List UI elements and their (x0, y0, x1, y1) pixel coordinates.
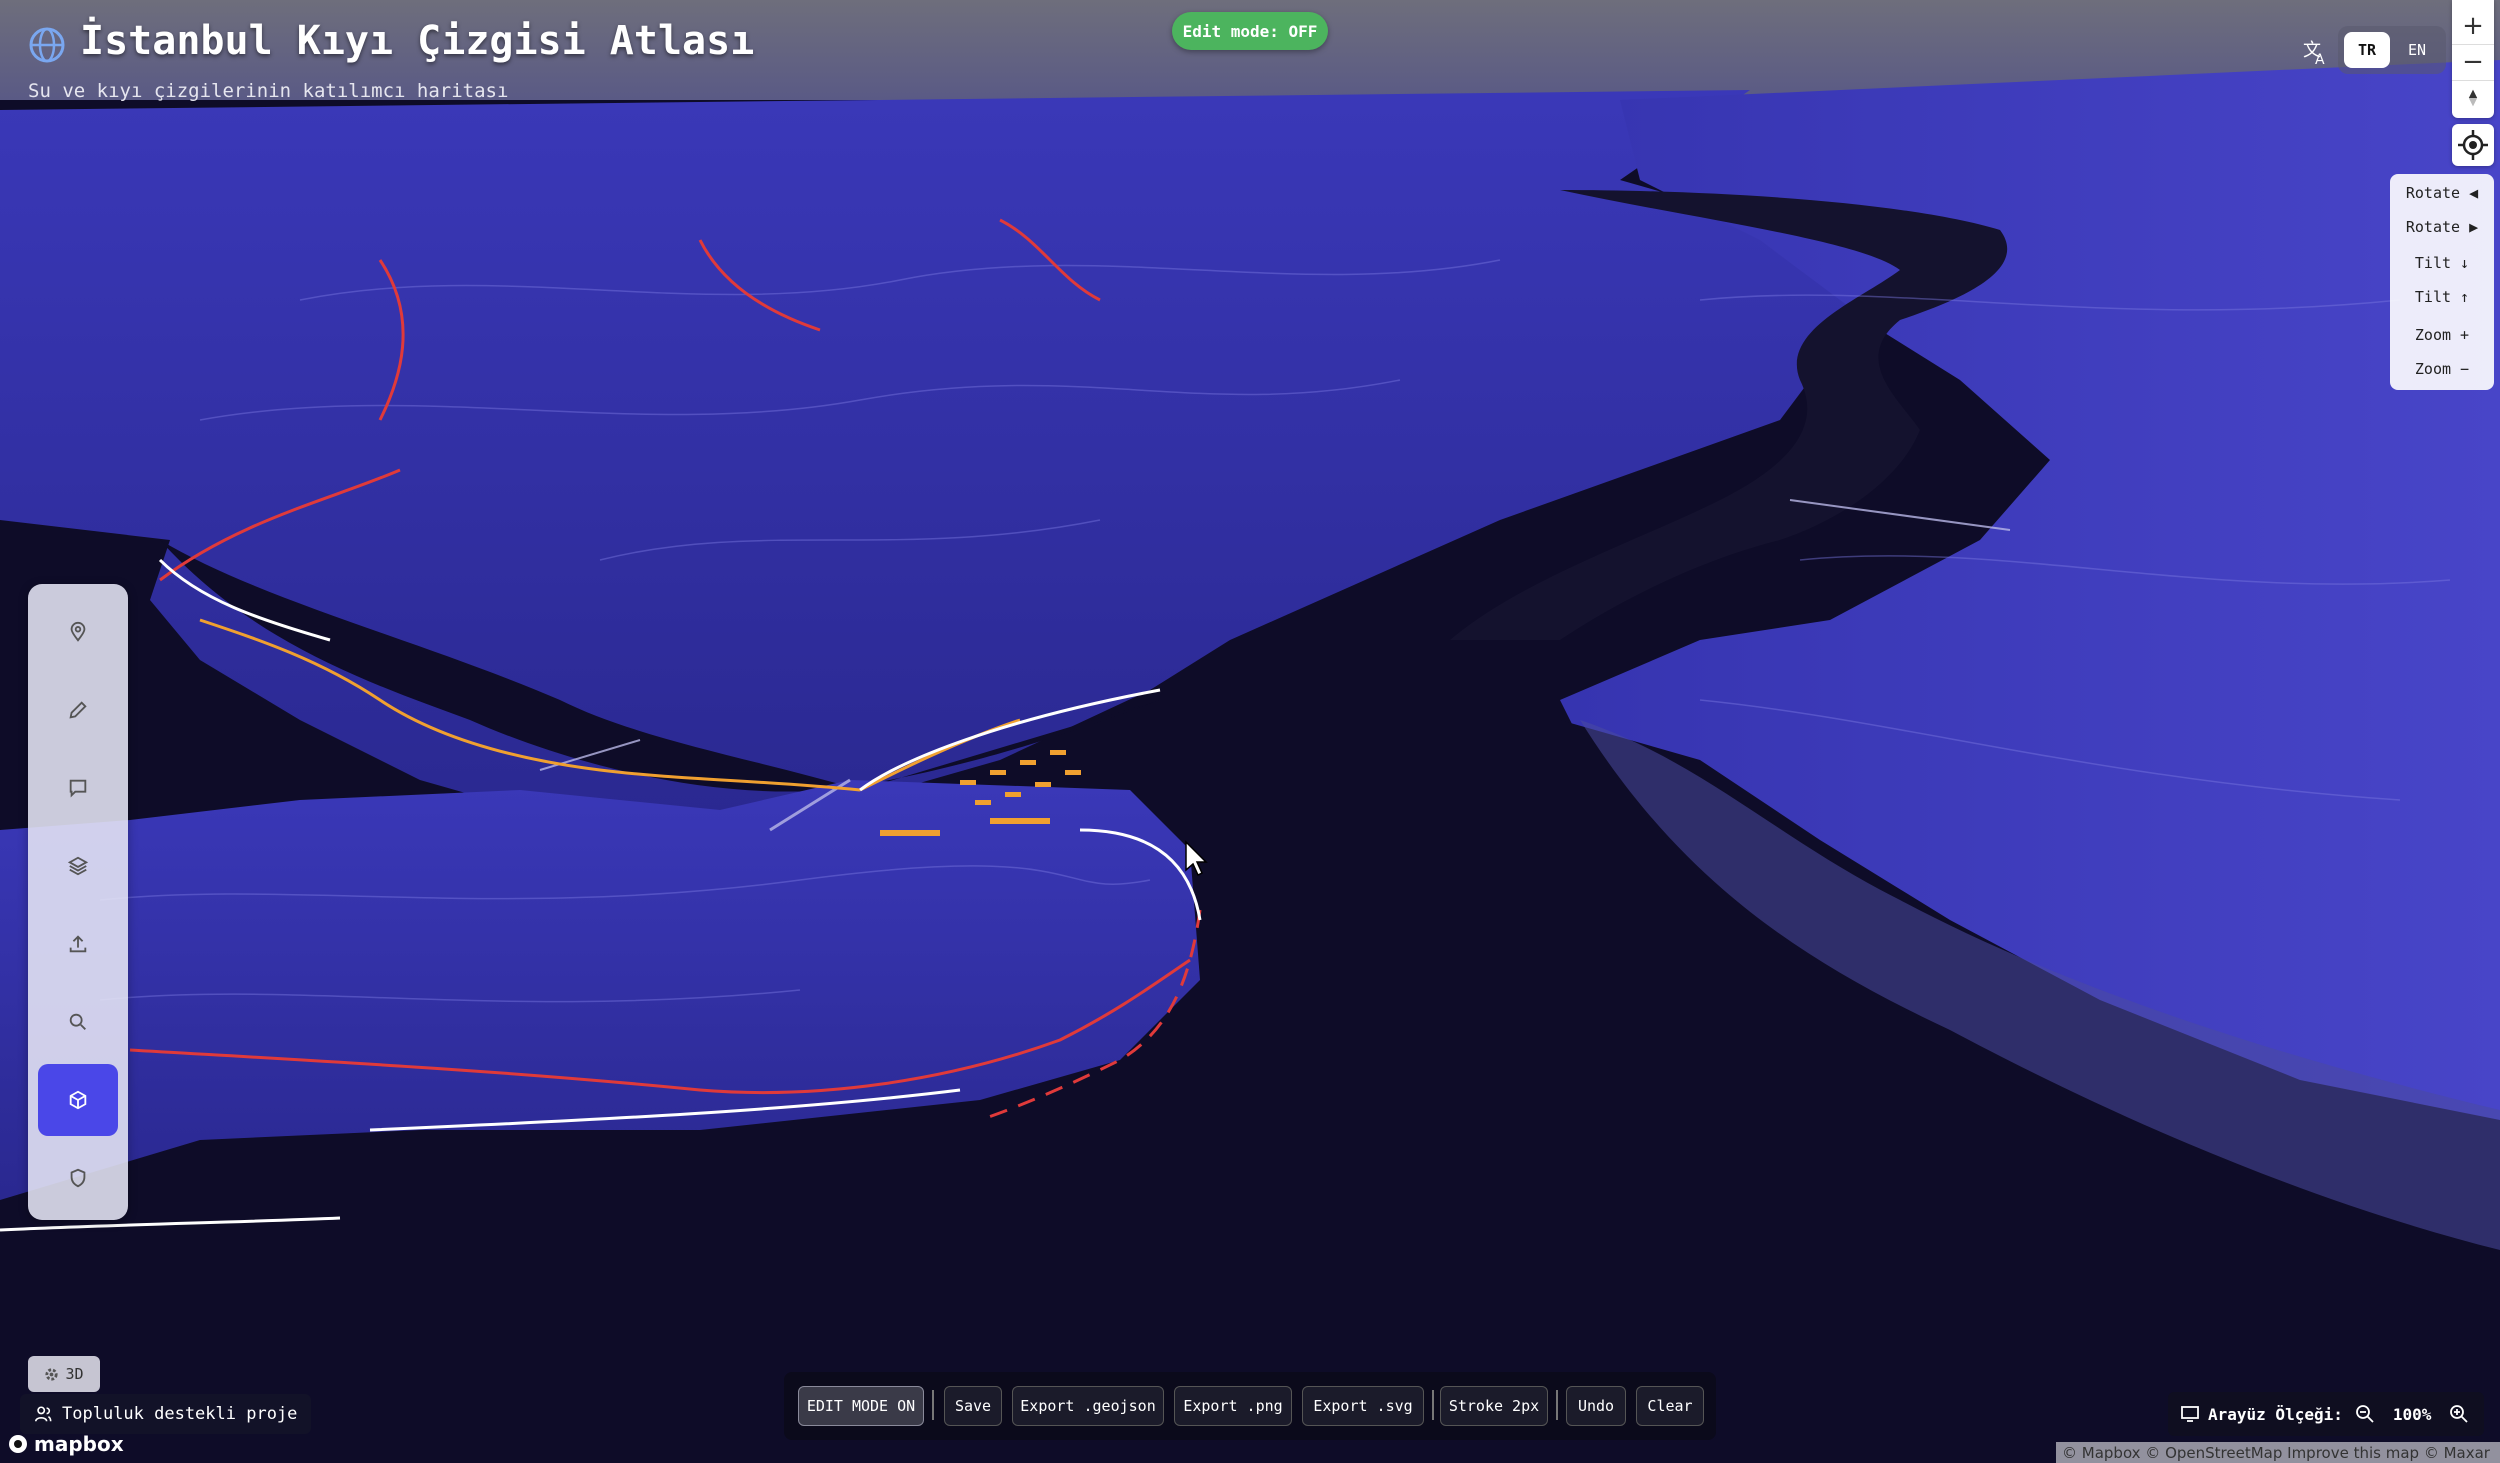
tool-search[interactable] (38, 986, 118, 1058)
tool-3d-view[interactable] (38, 1064, 118, 1136)
rotate-right-button[interactable]: Rotate ▶ (2390, 212, 2494, 242)
mapbox-logo-text: mapbox (34, 1432, 124, 1456)
undo-button[interactable]: Undo (1566, 1386, 1626, 1426)
export-png-button[interactable]: Export .png (1174, 1386, 1292, 1426)
stroke-width-button[interactable]: Stroke 2px (1440, 1386, 1548, 1426)
tool-comment[interactable] (38, 752, 118, 824)
translate-icon: 文A (2300, 36, 2330, 68)
zoom-minus-button[interactable]: Zoom − (2390, 354, 2494, 384)
comment-icon (69, 779, 87, 798)
zoom-plus-button[interactable]: Zoom + (2390, 320, 2494, 350)
search-icon (69, 1013, 86, 1030)
view-3d-toggle[interactable]: 3D (28, 1356, 100, 1392)
zoom-out-button[interactable]: − (2452, 44, 2494, 81)
svg-text:A: A (2315, 52, 2325, 66)
map-canvas[interactable] (0, 0, 2500, 1463)
tool-shield[interactable] (38, 1142, 118, 1214)
save-button[interactable]: Save (944, 1386, 1002, 1426)
gear-icon (45, 1367, 59, 1381)
tool-upload[interactable] (38, 908, 118, 980)
zoom-in-icon[interactable] (2449, 1404, 2469, 1424)
cube-icon (69, 1090, 87, 1110)
page-title: İstanbul Kıyı Çizgisi Atlası (80, 18, 755, 64)
tilt-down-button[interactable]: Tilt ↓ (2390, 248, 2494, 278)
layers-icon (67, 856, 89, 876)
mapbox-logo[interactable]: mapbox (8, 1432, 124, 1456)
map-control-panel: Rotate ◀ Rotate ▶ Tilt ↓ Tilt ↑ Zoom + Z… (2390, 174, 2494, 390)
toolbar-separator (1556, 1390, 1558, 1420)
rotate-left-button[interactable]: Rotate ◀ (2390, 178, 2494, 208)
edit-mode-button[interactable]: EDIT MODE ON (798, 1386, 924, 1426)
bottom-toolbar: EDIT MODE ON Save Export .geojson Export… (784, 1372, 1716, 1440)
community-label: Topluluk destekli proje (62, 1404, 298, 1424)
tool-draw[interactable] (38, 674, 118, 746)
compass-icon[interactable] (2452, 80, 2494, 116)
left-toolbar (28, 584, 128, 1220)
tilt-up-button[interactable]: Tilt ↑ (2390, 282, 2494, 312)
community-badge: Topluluk destekli proje (20, 1394, 312, 1434)
export-svg-button[interactable]: Export .svg (1302, 1386, 1424, 1426)
clear-button[interactable]: Clear (1636, 1386, 1704, 1426)
view-3d-label: 3D (65, 1365, 84, 1383)
language-en-button[interactable]: EN (2394, 32, 2440, 68)
locate-icon (2458, 130, 2488, 160)
locate-button[interactable] (2452, 124, 2494, 166)
toolbar-separator (1432, 1390, 1434, 1420)
tool-layers[interactable] (38, 830, 118, 902)
language-tr-button[interactable]: TR (2344, 32, 2390, 68)
monitor-icon (2181, 1406, 2199, 1422)
page-subtitle: Su ve kıyı çizgilerinin katılımcı harita… (28, 80, 509, 102)
pencil-icon (69, 701, 87, 719)
tool-marker[interactable] (38, 596, 118, 668)
zoom-out-icon[interactable] (2355, 1404, 2375, 1424)
ui-scale-value: 100% (2392, 1404, 2432, 1424)
shield-icon (70, 1168, 86, 1188)
language-switcher: TR EN (2338, 26, 2446, 74)
ui-scale-label: Arayüz Ölçeği: (2208, 1404, 2343, 1424)
ui-scale-control: Arayüz Ölçeği: 100% (2168, 1392, 2484, 1436)
mapbox-icon (9, 1435, 27, 1453)
map-pin-icon (70, 621, 86, 642)
zoom-controls: + − (2452, 0, 2494, 118)
zoom-in-button[interactable]: + (2452, 8, 2494, 45)
toolbar-separator (932, 1390, 934, 1420)
globe-icon (29, 27, 65, 63)
map-attribution[interactable]: © Mapbox © OpenStreetMap Improve this ma… (2056, 1442, 2500, 1463)
users-icon (34, 1406, 52, 1422)
export-geojson-button[interactable]: Export .geojson (1012, 1386, 1164, 1426)
edit-mode-badge[interactable]: Edit mode: OFF (1172, 12, 1328, 50)
upload-icon (69, 935, 87, 953)
